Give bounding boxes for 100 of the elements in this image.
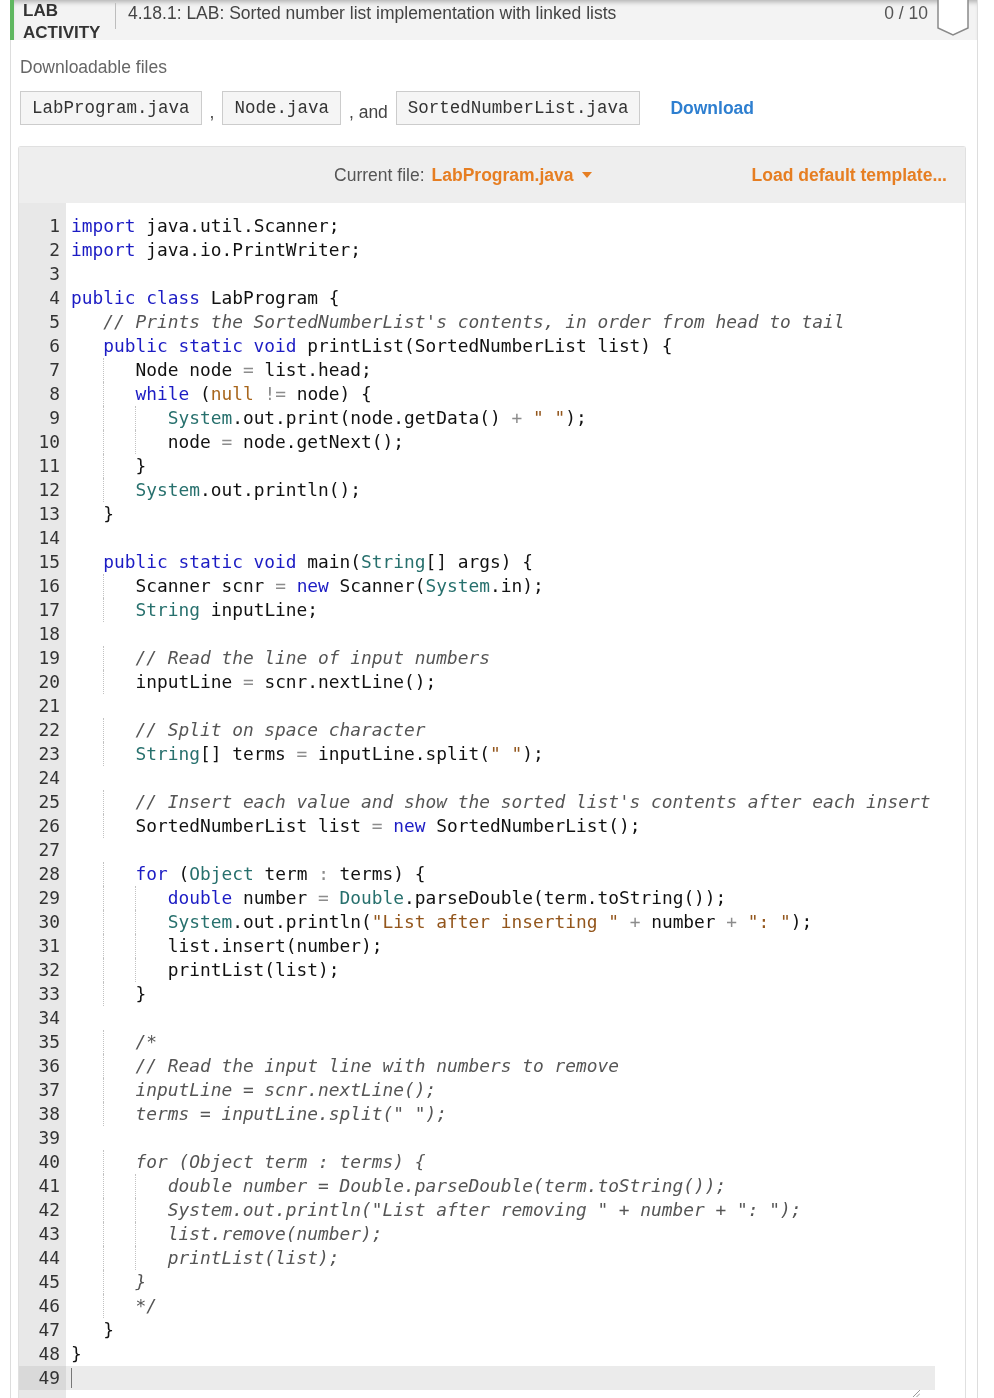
line-number: 4: [49, 287, 60, 308]
bookmark-icon[interactable]: [937, 0, 969, 36]
line-number: 10: [38, 431, 60, 452]
line-number: 24: [38, 767, 60, 788]
line-number: 36: [38, 1055, 60, 1076]
code-line: public static void printList(SortedNumberList list) {: [103, 334, 673, 358]
code-line: import java.util.Scanner;: [71, 214, 340, 238]
code-line: for (Object term : terms) {: [135, 862, 426, 886]
line-number: 21: [38, 695, 60, 716]
code-line: SortedNumberList list = new SortedNumberList();: [135, 814, 641, 838]
code-line: node = node.getNext();: [167, 430, 405, 454]
code-line: // Insert each value and show the sorted list's contents after each insert: [135, 790, 931, 814]
line-number: 30: [38, 911, 60, 932]
line-number: 44: [38, 1247, 60, 1268]
code-line: terms = inputLine.split(" ");: [135, 1102, 447, 1126]
download-link[interactable]: Download: [670, 97, 754, 119]
code-line: list.remove(number);: [167, 1222, 383, 1246]
downloadable-files-label: Downloadable files: [20, 56, 167, 78]
line-number: 34: [38, 1007, 60, 1028]
line-number: 5: [49, 311, 60, 332]
line-number: 32: [38, 959, 60, 980]
file-name-chip: SortedNumberList.java: [395, 91, 641, 125]
line-number: 47: [38, 1319, 60, 1340]
separator-text: , and: [348, 101, 388, 124]
code-line: }: [103, 1318, 114, 1342]
code-line: Node node = list.head;: [135, 358, 372, 382]
line-number: 3: [49, 263, 60, 284]
line-number: 39: [38, 1127, 60, 1148]
load-template-link[interactable]: Load default template...: [751, 164, 947, 186]
file-dropdown[interactable]: LabProgram.java: [431, 164, 592, 186]
code-line: }: [135, 1270, 147, 1294]
line-number: 9: [49, 407, 60, 428]
code-line: String[] terms = inputLine.split(" ");: [135, 742, 544, 766]
line-number: 20: [38, 671, 60, 692]
line-number: 11: [38, 455, 60, 476]
code-line: // Split on space character: [135, 718, 426, 742]
code-line: double number = Double.parseDouble(term.toString());: [167, 1174, 727, 1198]
line-number: 2: [49, 239, 60, 260]
line-number: 45: [38, 1271, 60, 1292]
code-line: inputLine = scnr.nextLine();: [135, 670, 437, 694]
line-number: 40: [38, 1151, 60, 1172]
line-number: 49: [38, 1367, 60, 1388]
line-number: 42: [38, 1199, 60, 1220]
code-line: for (Object term : terms) {: [135, 1150, 426, 1174]
line-number: 23: [38, 743, 60, 764]
code-line: String inputLine;: [135, 598, 319, 622]
line-number: 26: [38, 815, 60, 836]
code-line: System.out.println("List after inserting " + number + ": ");: [167, 910, 813, 934]
activity-type-label: LAB ACTIVITY: [23, 0, 102, 44]
line-number: 19: [38, 647, 60, 668]
line-number: 27: [38, 839, 60, 860]
code-line: import java.io.PrintWriter;: [71, 238, 362, 262]
code-line: }: [135, 454, 147, 478]
line-number: 16: [38, 575, 60, 596]
code-line: double number = Double.parseDouble(term.toString());: [167, 886, 727, 910]
code-line: while (null != node) {: [135, 382, 372, 406]
line-number: 13: [38, 503, 60, 524]
code-line: System.out.println("List after removing " + number + ": ");: [167, 1198, 802, 1222]
code-line: list.insert(number);: [167, 934, 383, 958]
code-line: }: [71, 1342, 82, 1366]
line-number: 41: [38, 1175, 60, 1196]
line-number: 46: [38, 1295, 60, 1316]
line-number: 31: [38, 935, 60, 956]
line-number: 33: [38, 983, 60, 1004]
code-line: // Prints the SortedNumberList's contents, in order from head to tail: [103, 310, 845, 334]
code-line: public static void main(String[] args) {: [103, 550, 533, 574]
code-line: // Read the input line with numbers to remove: [135, 1054, 619, 1078]
line-number: 15: [38, 551, 60, 572]
code-line: }: [135, 982, 147, 1006]
code-line: }: [103, 502, 114, 526]
line-number: 38: [38, 1103, 60, 1124]
caret-icon: [581, 172, 592, 178]
line-number: 22: [38, 719, 60, 740]
line-number: 48: [38, 1343, 60, 1364]
activity-title: 4.18.1: LAB: Sorted number list implementation with linked lists: [128, 2, 617, 24]
code-line: System.out.print(node.getData() + " ");: [167, 406, 587, 430]
line-number: 37: [38, 1079, 60, 1100]
code-line: Scanner scnr = new Scanner(System.in);: [135, 574, 544, 598]
line-number: 25: [38, 791, 60, 812]
code-line: System.out.println();: [135, 478, 362, 502]
line-number: 29: [38, 887, 60, 908]
code-line: /*: [135, 1030, 157, 1054]
resize-grip-icon[interactable]: [913, 1390, 920, 1397]
code-line: printList(list);: [167, 1246, 340, 1270]
line-number: 1: [49, 215, 60, 236]
line-number: 18: [38, 623, 60, 644]
separator-text: ,: [209, 101, 215, 124]
code-line: public class LabProgram {: [71, 286, 340, 310]
line-number: 8: [49, 383, 60, 404]
line-number: 28: [38, 863, 60, 884]
current-file-label: Current file:: [334, 164, 425, 186]
line-number: 43: [38, 1223, 60, 1244]
line-number: 7: [49, 359, 60, 380]
line-number: 14: [38, 527, 60, 548]
score-text: 0 / 10: [884, 2, 928, 24]
line-number: 6: [49, 335, 60, 356]
line-number: 17: [38, 599, 60, 620]
line-number: 12: [38, 479, 60, 500]
text-cursor: [71, 1368, 72, 1388]
file-name-chip: Node.java: [222, 91, 341, 125]
